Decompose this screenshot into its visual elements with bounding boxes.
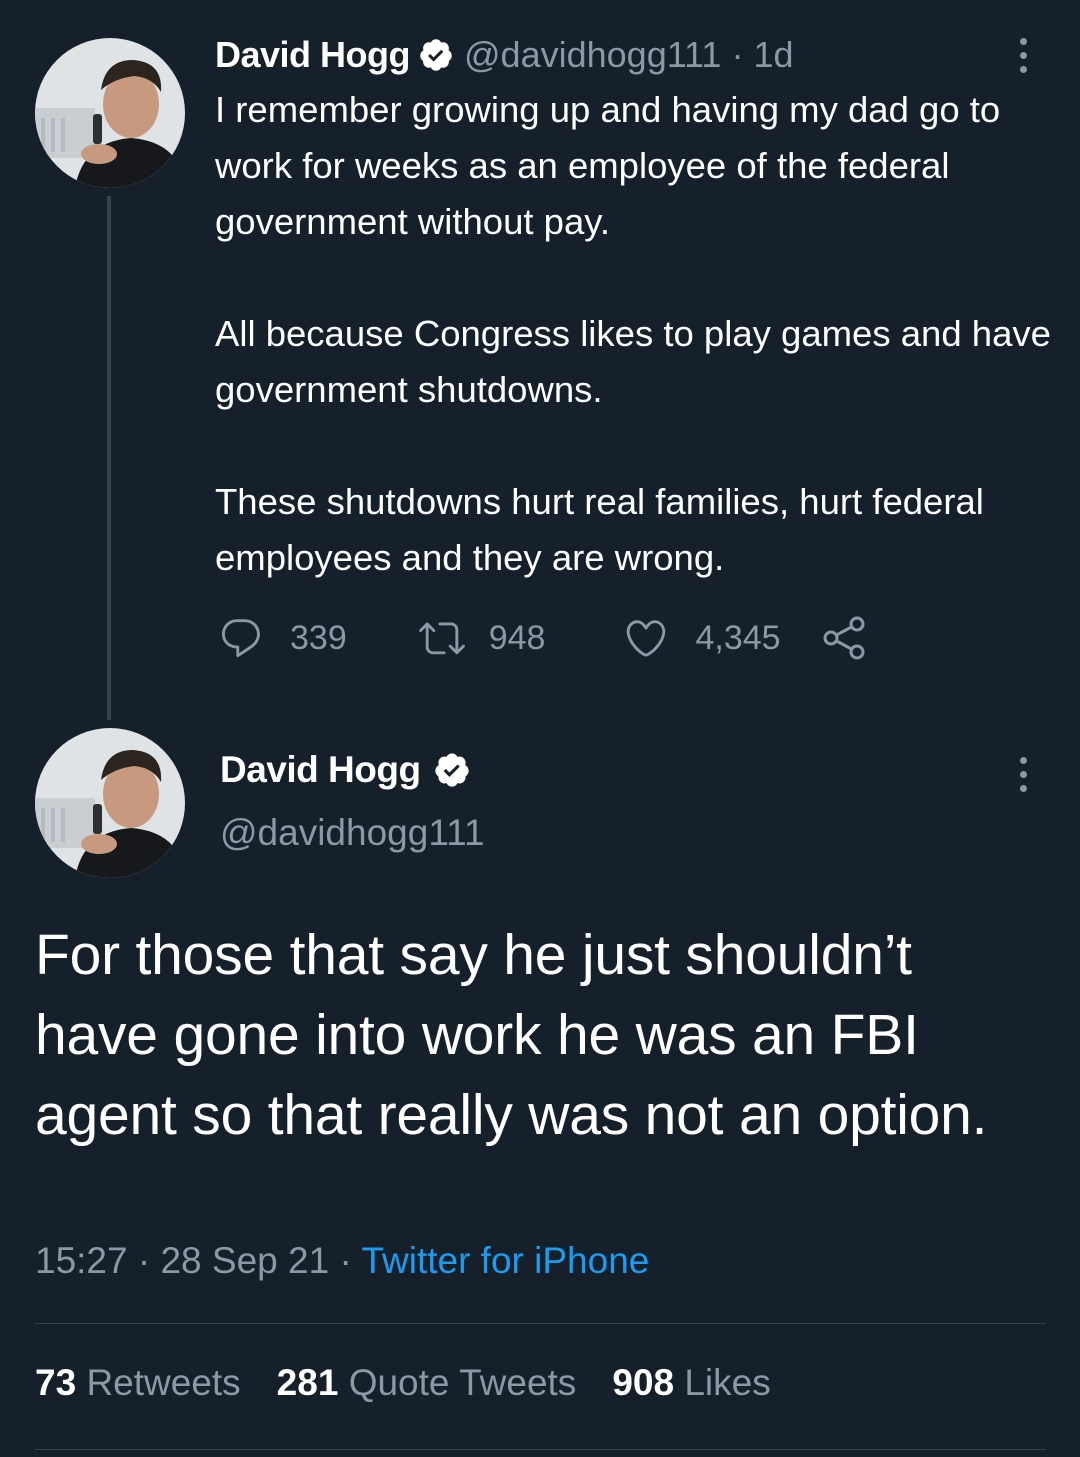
separator: · xyxy=(731,34,744,75)
likes-label: Likes xyxy=(684,1362,771,1403)
verified-badge-icon xyxy=(433,751,471,789)
likes-stat[interactable]: 908 Likes xyxy=(612,1362,770,1404)
tweet-stats: 73 Retweets 281 Quote Tweets 908 Likes xyxy=(35,1362,807,1404)
tweet-actions-bar: 339 948 4,345 xyxy=(218,612,869,664)
avatar-photo xyxy=(35,728,185,878)
share-button[interactable] xyxy=(821,615,869,661)
thread-connector-line xyxy=(107,196,111,720)
separator: · xyxy=(339,1240,352,1281)
share-icon xyxy=(823,616,865,660)
quote-tweets-label: Quote Tweets xyxy=(348,1362,577,1403)
tweet-paragraph: All because Congress likes to play games… xyxy=(215,313,1051,410)
quote-tweets-count: 281 xyxy=(276,1362,339,1403)
tweet-time-ago[interactable]: 1d xyxy=(753,34,793,76)
parent-tweet-header: David Hogg @davidhogg111 · 1d xyxy=(215,30,793,80)
tweet-metadata: 15:27 · 28 Sep 21 · Twitter for iPhone xyxy=(35,1240,649,1282)
retweets-count: 73 xyxy=(35,1362,77,1403)
avatar[interactable] xyxy=(35,38,185,188)
verified-badge-icon xyxy=(418,37,454,73)
author-name[interactable]: David Hogg xyxy=(220,749,421,791)
reply-button[interactable]: 339 xyxy=(218,615,347,661)
retweet-icon xyxy=(418,622,465,655)
main-tweet-author: David Hogg xyxy=(220,742,481,798)
main-tweet-text: For those that say he just shouldn’t hav… xyxy=(35,923,988,1147)
author-name[interactable]: David Hogg xyxy=(215,34,411,76)
reply-icon xyxy=(222,619,260,658)
separator: · xyxy=(137,1240,151,1281)
like-icon xyxy=(627,620,666,657)
like-button[interactable]: 4,345 xyxy=(623,615,781,661)
avatar[interactable] xyxy=(35,728,185,878)
tweet-paragraph: I remember growing up and having my dad … xyxy=(215,89,1001,242)
avatar-photo xyxy=(35,38,185,188)
like-count: 4,345 xyxy=(695,618,781,657)
quote-tweets-stat[interactable]: 281 Quote Tweets xyxy=(277,1362,577,1404)
more-options-icon[interactable] xyxy=(1013,38,1033,73)
tweet-paragraph: These shutdowns hurt real families, hurt… xyxy=(215,481,984,578)
tweet-source-link[interactable]: Twitter for iPhone xyxy=(361,1240,649,1281)
retweet-count: 948 xyxy=(488,618,546,657)
retweets-stat[interactable]: 73 Retweets xyxy=(35,1362,241,1404)
tweet-time[interactable]: 15:27 xyxy=(35,1240,128,1281)
divider xyxy=(35,1323,1046,1324)
reply-count: 339 xyxy=(290,618,347,657)
divider xyxy=(35,1449,1046,1450)
author-handle[interactable]: @davidhogg111 xyxy=(464,34,721,76)
author-handle[interactable]: @davidhogg111 xyxy=(220,812,485,854)
more-options-icon[interactable] xyxy=(1013,757,1033,792)
likes-count: 908 xyxy=(612,1362,675,1403)
parent-tweet-text: I remember growing up and having my dad … xyxy=(215,82,1055,586)
tweet-date[interactable]: 28 Sep 21 xyxy=(160,1240,329,1281)
retweet-button[interactable]: 948 xyxy=(417,615,546,661)
retweets-label: Retweets xyxy=(86,1362,241,1403)
